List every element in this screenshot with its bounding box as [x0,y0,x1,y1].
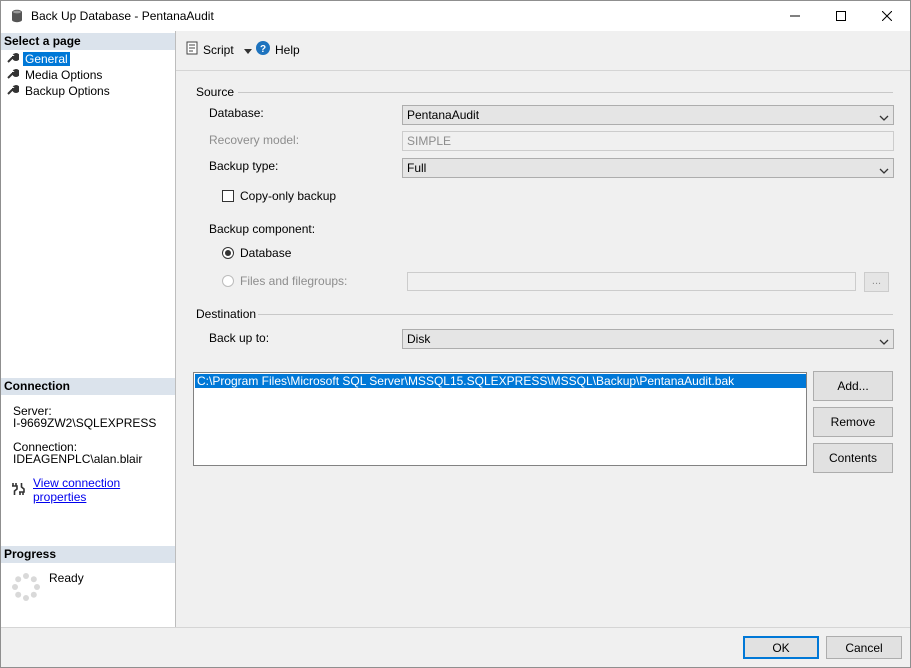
connection-properties-icon [11,482,25,499]
title-bar: Back Up Database - PentanaAudit [1,1,910,31]
minimize-button[interactable] [772,1,818,31]
backup-type-select-value: Full [407,161,427,175]
database-label: Database: [209,106,264,120]
chevron-down-icon [879,111,889,125]
back-up-to-select[interactable]: Disk [402,329,894,349]
help-icon: ? [256,41,270,58]
sidebar: Select a page General Media Options Back… [1,31,176,627]
maximize-button[interactable] [818,1,864,31]
radio-button[interactable] [222,247,234,259]
progress-status: Ready [49,571,84,585]
toolbar: Script ? Help [176,31,910,65]
database-icon [11,9,23,26]
close-icon [882,11,892,21]
server-value: I-9669ZW2\SQLEXPRESS [13,416,157,430]
backup-component-label: Backup component: [209,222,316,236]
source-separator [238,92,893,93]
script-button[interactable]: Script [185,41,252,58]
remove-destination-button[interactable]: Remove [813,407,893,437]
database-select-value: PentanaAudit [407,108,480,122]
general-page: Source Database: PentanaAudit Recovery m… [176,65,910,627]
browse-filegroups-button[interactable]: ... [864,272,889,292]
sidebar-item-label: General [22,50,71,67]
copy-only-checkbox[interactable]: Copy-only backup [222,189,336,203]
wrench-icon [7,51,20,66]
database-select[interactable]: PentanaAudit [402,105,894,125]
script-icon [185,41,199,58]
connection-header: Connection [1,378,175,395]
wrench-icon [7,67,20,82]
back-up-to-value: Disk [407,332,431,346]
help-button[interactable]: ? Help [256,41,300,58]
help-label: Help [275,42,300,57]
sidebar-item-backup-options[interactable]: Backup Options [7,83,112,98]
close-button[interactable] [864,1,910,31]
connection-value: IDEAGENPLC\alan.blair [13,452,143,466]
ok-button[interactable]: OK [743,636,819,659]
component-files-label: Files and filegroups: [240,274,348,288]
checkbox-box[interactable] [222,190,234,202]
radio-button[interactable] [222,275,234,287]
source-group-label: Source [196,85,235,99]
sidebar-item-general[interactable]: General [7,50,71,67]
recovery-model-label: Recovery model: [209,133,300,147]
maximize-icon [836,11,846,21]
sidebar-item-media-options[interactable]: Media Options [7,67,104,82]
window-title: Back Up Database - PentanaAudit [31,9,214,23]
sidebar-item-label: Backup Options [25,83,110,98]
recovery-model-value: SIMPLE [407,134,452,148]
progress-header: Progress [1,546,175,563]
add-destination-button[interactable]: Add... [813,371,893,401]
wrench-icon [7,83,20,98]
cancel-button[interactable]: Cancel [826,636,902,659]
select-page-header: Select a page [1,33,175,50]
list-item[interactable]: C:\Program Files\Microsoft SQL Server\MS… [195,374,806,388]
view-connection-properties[interactable]: View connection properties [11,476,175,504]
destination-list[interactable]: C:\Program Files\Microsoft SQL Server\MS… [193,372,807,466]
footer-divider [1,627,910,628]
back-up-to-label: Back up to: [209,331,270,345]
progress-spinner-icon [11,572,41,605]
destination-separator [258,314,893,315]
recovery-model-field: SIMPLE [402,131,894,151]
destination-group-label: Destination [196,307,257,321]
chevron-down-icon[interactable] [243,43,252,57]
contents-button[interactable]: Contents [813,443,893,473]
backup-database-dialog: Back Up Database - PentanaAudit Select a… [0,0,911,668]
sidebar-item-label: Media Options [25,67,103,82]
copy-only-label: Copy-only backup [240,189,337,203]
backup-type-label: Backup type: [209,159,279,173]
filegroups-field [407,272,856,291]
backup-type-select[interactable]: Full [402,158,894,178]
component-database-radio[interactable]: Database [222,246,291,260]
svg-text:?: ? [260,44,266,55]
script-label: Script [203,42,234,57]
chevron-down-icon [879,335,889,349]
component-database-label: Database [240,246,292,260]
view-connection-link[interactable]: View connection properties [33,476,175,504]
component-files-radio[interactable]: Files and filegroups: [222,274,347,288]
minimize-icon [790,15,800,17]
toolbar-divider [176,70,910,71]
chevron-down-icon [879,164,889,178]
